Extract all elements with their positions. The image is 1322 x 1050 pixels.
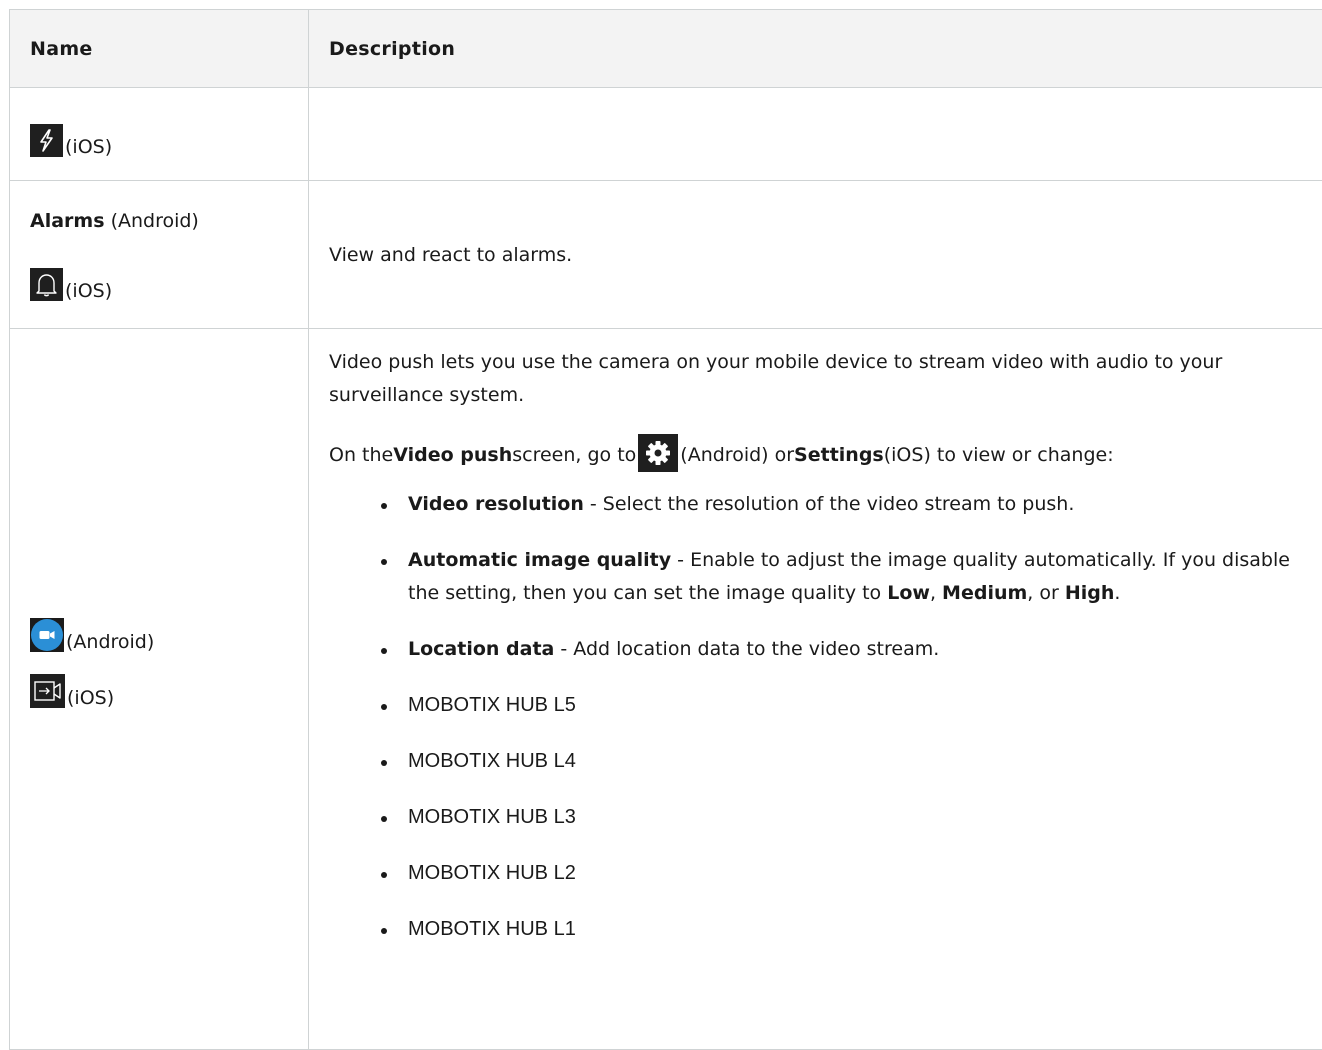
description-cell <box>308 87 1322 181</box>
list-item: MOBOTIX HUB L1 <box>381 913 1312 946</box>
lightning-icon <box>30 123 63 157</box>
name-cell: (iOS) <box>9 87 309 181</box>
list-item: MOBOTIX HUB L2 <box>381 857 1312 890</box>
text-span: (iOS) to view or change: <box>883 444 1114 466</box>
gear-icon <box>638 434 679 472</box>
description-cell: Video push lets you use the camera on yo… <box>308 328 1322 1050</box>
item-title: Location data <box>408 638 555 660</box>
hub-list: MOBOTIX HUB L5 MOBOTIX HUB L4 MOBOTIX HU… <box>329 689 1312 946</box>
item-title: Video resolution <box>408 493 584 515</box>
header-description: Description <box>308 9 1322 88</box>
platform-label: (iOS) <box>67 687 115 709</box>
item-title: Automatic image quality <box>408 549 672 571</box>
platform-label: (iOS) <box>65 135 113 158</box>
settings-list: Video resolution - Select the resolution… <box>329 488 1312 666</box>
video-push-android-icon <box>30 618 64 652</box>
platform-label: (iOS) <box>65 280 113 302</box>
text-span: screen, go to <box>512 444 637 466</box>
table-row: Alarms (Android) (iOS) View and react to… <box>9 180 1322 329</box>
list-item: Automatic image quality - Enable to adju… <box>381 544 1312 610</box>
list-item: MOBOTIX HUB L4 <box>381 745 1312 778</box>
settings-label: Settings <box>794 444 884 466</box>
list-item: MOBOTIX HUB L3 <box>381 801 1312 834</box>
text-span: (Android) or <box>680 444 795 466</box>
table-row: (Android) (iOS) Video push lets you use … <box>9 328 1322 1050</box>
video-push-settings-intro: On the Video push screen, go to (Android… <box>329 434 1312 472</box>
item-text: - Add location data to the video stream. <box>554 638 940 660</box>
table-row: (iOS) <box>9 87 1322 181</box>
bell-icon <box>30 268 63 301</box>
list-item: Location data - Add location data to the… <box>381 633 1312 666</box>
name-cell: (Android) (iOS) <box>9 328 309 1050</box>
platform-label: (Android) <box>66 631 155 653</box>
text-span: , or <box>1027 582 1065 604</box>
text-span: . <box>1114 582 1121 604</box>
platform-label: (Android) <box>110 210 199 232</box>
description-cell: View and react to alarms. <box>308 180 1322 329</box>
text-span: , <box>929 582 943 604</box>
alarms-label: Alarms <box>30 210 105 232</box>
list-item: Video resolution - Select the resolution… <box>381 488 1312 521</box>
video-push-ios-icon <box>30 674 65 708</box>
header-name: Name <box>9 9 309 88</box>
item-text: - Select the resolution of the video str… <box>583 493 1075 515</box>
name-cell: Alarms (Android) (iOS) <box>9 180 309 329</box>
video-push-label: Video push <box>393 444 513 466</box>
list-item: MOBOTIX HUB L5 <box>381 689 1312 722</box>
table-header-row: Name Description <box>9 9 1322 88</box>
quality-low: Low <box>887 582 930 604</box>
document-page: Name Description (iOS) Alarms (Android) … <box>0 0 1322 1050</box>
quality-high: High <box>1064 582 1115 604</box>
quality-medium: Medium <box>942 582 1028 604</box>
features-table: Name Description (iOS) Alarms (Android) … <box>9 9 1322 1050</box>
video-push-intro: Video push lets you use the camera on yo… <box>329 351 1223 406</box>
text-span: On the <box>329 444 394 466</box>
